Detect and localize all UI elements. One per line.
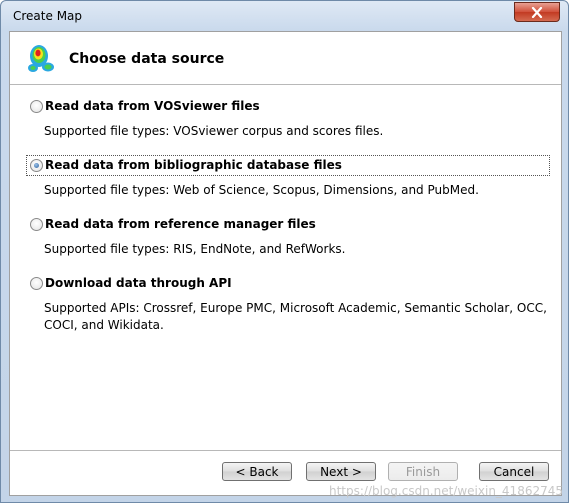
option-description: Supported file types: VOSviewer corpus a… (44, 124, 384, 138)
cancel-button[interactable]: Cancel (479, 462, 549, 481)
close-button[interactable] (514, 2, 560, 22)
option-description: Supported APIs: Crossref, Europe PMC, Mi… (44, 301, 547, 332)
option-label[interactable]: Read data from bibliographic database fi… (45, 158, 342, 172)
radio-bibliographic-database[interactable] (30, 159, 43, 172)
window-title: Create Map (13, 9, 83, 23)
watermark: https://blog.csdn.net/weixin_41862745 (328, 484, 563, 498)
finish-button: Finish (388, 462, 458, 481)
back-button[interactable]: < Back (222, 462, 292, 481)
option-label[interactable]: Read data from reference manager files (45, 217, 316, 231)
wizard-header: Choose data source (10, 32, 561, 85)
option-label[interactable]: Read data from VOSviewer files (45, 99, 260, 113)
create-map-dialog: Create Map Choose data source Read data … (0, 0, 569, 503)
close-icon (531, 6, 543, 18)
title-bar[interactable]: Create Map (1, 1, 568, 31)
option-label[interactable]: Download data through API (45, 276, 232, 290)
radio-vosviewer-files[interactable] (30, 100, 43, 113)
radio-api-download[interactable] (30, 277, 43, 290)
option-description: Supported file types: RIS, EndNote, and … (44, 242, 346, 256)
dialog-content: Choose data source Read data from VOSvie… (9, 31, 562, 496)
option-description: Supported file types: Web of Science, Sc… (44, 183, 479, 197)
page-title: Choose data source (69, 51, 225, 67)
vosviewer-density-icon (28, 45, 54, 72)
footer-divider (10, 450, 561, 451)
next-button[interactable]: Next > (306, 462, 376, 481)
radio-reference-manager[interactable] (30, 218, 43, 231)
